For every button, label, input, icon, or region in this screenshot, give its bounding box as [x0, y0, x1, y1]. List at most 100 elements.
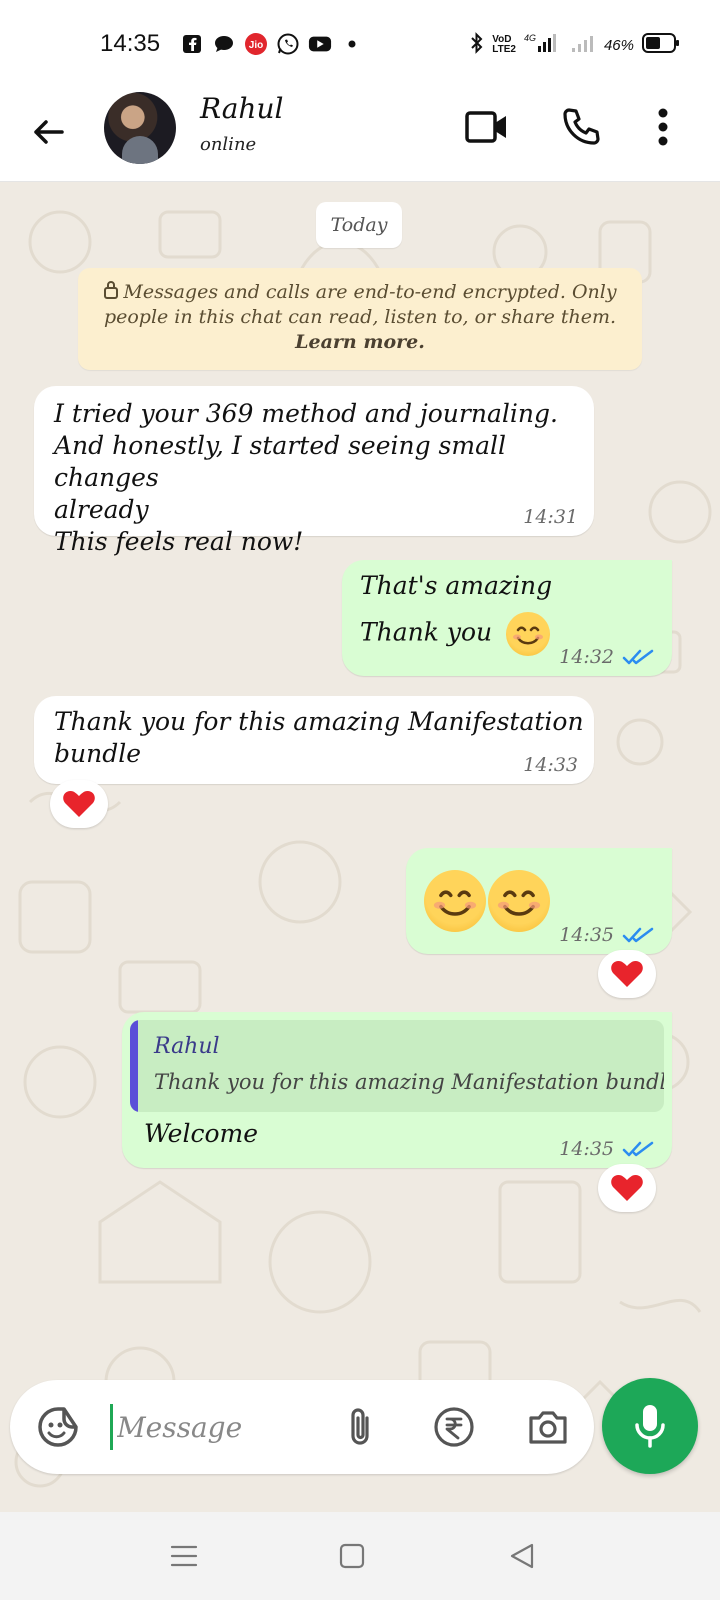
smiling-face-emoji — [506, 612, 551, 656]
back-triangle-icon — [510, 1543, 534, 1569]
system-navigation-bar — [0, 1512, 720, 1600]
heart-icon — [611, 961, 643, 987]
message-line: Thank you — [360, 617, 493, 647]
home-button[interactable] — [330, 1534, 374, 1578]
contact-status: online — [200, 134, 257, 155]
emoji-message — [424, 870, 550, 932]
menu-lines-icon — [170, 1545, 198, 1567]
battery-percent: 46% — [603, 36, 634, 54]
microphone-icon — [635, 1405, 665, 1448]
message-text: I tried your 369 method and journaling. … — [54, 398, 594, 558]
contact-name[interactable]: Rahul — [200, 92, 283, 125]
message-time: 14:31 — [523, 506, 578, 528]
message-bubble-outgoing-reply[interactable]: Rahul Thank you for this amazing Manifes… — [122, 1012, 672, 1168]
message-time: 14:35 — [559, 1138, 614, 1160]
chat-header: Rahul online — [0, 88, 720, 182]
message-line: I tried your 369 method and journaling. — [54, 399, 558, 428]
message-line: Welcome — [144, 1119, 259, 1148]
video-call-icon — [465, 111, 506, 143]
message-bubble-incoming[interactable]: I tried your 369 method and journaling. … — [34, 386, 594, 556]
svg-text:Jio: Jio — [249, 40, 263, 51]
encryption-notice-text: Messages and calls are end-to-end encryp… — [103, 281, 617, 328]
chat-area[interactable]: Today Messages and calls are end-to-end … — [0, 182, 720, 1512]
rupee-payment-icon — [434, 1407, 474, 1447]
attach-button[interactable] — [336, 1403, 384, 1451]
quoted-sender: Rahul — [154, 1034, 220, 1059]
heart-reaction[interactable] — [50, 780, 108, 828]
status-notification-icons: Jio — [180, 32, 364, 56]
smiling-face-emoji — [488, 870, 550, 932]
battery-icon — [642, 32, 680, 58]
heart-icon — [63, 791, 95, 817]
message-text: Welcome — [144, 1118, 258, 1150]
message-meta: 14:31 — [523, 506, 578, 528]
svg-text:4G: 4G — [524, 33, 536, 43]
message-line: Thank you for this amazing Manifestation — [54, 707, 584, 736]
message-time: 14:33 — [523, 754, 578, 776]
payment-button[interactable] — [430, 1403, 478, 1451]
message-input[interactable] — [110, 1404, 310, 1450]
read-ticks-icon — [622, 1141, 654, 1157]
status-time: 14:35 — [100, 30, 161, 57]
more-options-button[interactable] — [638, 102, 688, 152]
back-nav-button[interactable] — [500, 1534, 544, 1578]
voice-call-icon — [563, 108, 600, 145]
more-options-icon — [658, 108, 668, 146]
home-square-icon — [339, 1543, 365, 1569]
whatsapp-icon — [276, 32, 300, 56]
facebook-icon — [180, 32, 204, 56]
learn-more-link[interactable]: Learn more. — [96, 330, 624, 355]
signal-icon: 4G — [524, 32, 562, 58]
message-text: That's amazing Thank you — [360, 570, 552, 656]
signal-2-icon — [570, 32, 596, 58]
status-bar: 14:35 Jio VoD LTE2 4G 46% — [0, 0, 720, 88]
volte-label: VoD LTE2 — [492, 34, 516, 55]
quoted-message[interactable]: Rahul Thank you for this amazing Manifes… — [130, 1020, 664, 1112]
youtube-icon — [308, 32, 332, 56]
back-arrow-icon — [34, 120, 64, 144]
message-meta: 14:32 — [559, 646, 656, 668]
quoted-text: Thank you for this amazing Manifestation… — [154, 1070, 664, 1094]
avatar[interactable] — [104, 92, 176, 164]
status-system-icons: VoD LTE2 4G 46% — [470, 32, 680, 58]
message-line: bundle — [54, 739, 141, 768]
message-bubble-outgoing[interactable]: That's amazing Thank you 14:32 — [342, 560, 672, 676]
message-line: That's amazing — [360, 571, 553, 600]
video-call-button[interactable] — [462, 102, 512, 152]
date-chip: Today — [316, 202, 402, 248]
camera-button[interactable] — [524, 1403, 572, 1451]
recents-button[interactable] — [162, 1534, 206, 1578]
message-line: And honestly, I started seeing small cha… — [54, 431, 506, 492]
message-time: 14:35 — [559, 924, 614, 946]
voice-call-button[interactable] — [556, 102, 606, 152]
message-line: already — [54, 495, 149, 524]
message-composer — [10, 1380, 594, 1474]
sticker-icon — [38, 1407, 78, 1447]
chat-bubble-icon — [212, 32, 236, 56]
message-line-with-emoji: Thank you — [360, 612, 552, 656]
message-bubble-outgoing[interactable]: 14:35 — [406, 848, 672, 954]
jio-icon: Jio — [244, 32, 268, 56]
message-meta: 14:35 — [559, 1138, 656, 1160]
message-time: 14:32 — [559, 646, 614, 668]
dot-icon — [340, 32, 364, 56]
read-ticks-icon — [622, 649, 654, 665]
message-text: Thank you for this amazing Manifestation… — [54, 706, 584, 770]
voice-message-button[interactable] — [602, 1378, 698, 1474]
attachment-icon — [351, 1408, 369, 1445]
back-button[interactable] — [26, 110, 70, 154]
heart-reaction[interactable] — [598, 1164, 656, 1212]
encryption-notice[interactable]: Messages and calls are end-to-end encryp… — [78, 268, 642, 370]
camera-icon — [529, 1411, 567, 1444]
lock-icon — [104, 281, 119, 299]
heart-reaction[interactable] — [598, 950, 656, 998]
quote-accent-bar — [130, 1020, 138, 1112]
sticker-button[interactable] — [34, 1403, 82, 1451]
message-meta: 14:35 — [559, 924, 656, 946]
message-bubble-incoming[interactable]: Thank you for this amazing Manifestation… — [34, 696, 594, 784]
bluetooth-icon — [470, 32, 484, 58]
heart-icon — [611, 1175, 643, 1201]
message-meta: 14:33 — [523, 754, 578, 776]
smiling-face-emoji — [424, 870, 486, 932]
read-ticks-icon — [622, 927, 654, 943]
